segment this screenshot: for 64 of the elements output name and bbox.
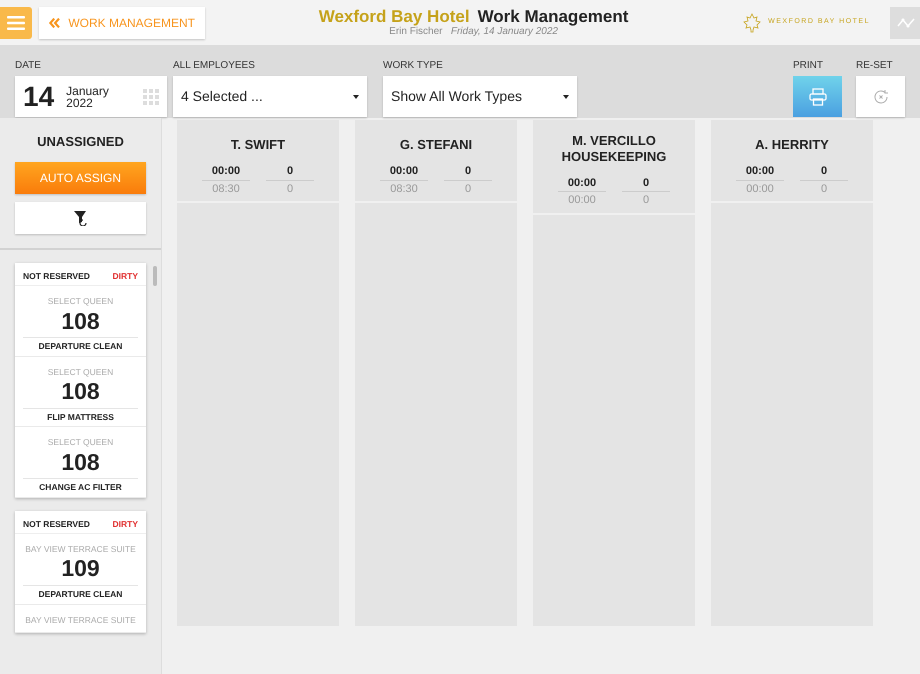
planned-count: 0	[464, 182, 472, 196]
room-type: SELECT QUEEN	[48, 438, 114, 448]
page-title: Work Management	[478, 6, 628, 26]
assigned-time: 00:00	[202, 163, 250, 180]
room-number: 109	[61, 557, 100, 580]
room-status: DIRTY	[112, 518, 138, 530]
menu-icon	[7, 14, 25, 30]
planned-time: 00:00	[745, 182, 775, 196]
room-type: SELECT QUEEN	[48, 368, 114, 378]
assigned-count: 0	[800, 163, 848, 180]
planned-time: 08:30	[211, 182, 241, 196]
planned-time: 00:00	[567, 193, 597, 208]
date-label: DATE	[15, 59, 41, 73]
employee-name: M. VERCILLO HOUSEKEEPING	[560, 133, 668, 164]
reservation-status: NOT RESERVED	[23, 518, 90, 530]
task-name: FLIP MATTRESS	[23, 408, 138, 422]
room-status: DIRTY	[112, 271, 138, 282]
calendar-grid-icon	[143, 88, 159, 104]
reservation-status: NOT RESERVED	[23, 271, 90, 282]
reset-label: RE-SET	[856, 59, 893, 73]
unassigned-title: UNASSIGNED	[37, 133, 124, 151]
employee-name: A. HERRITY	[755, 137, 829, 153]
assigned-time: 00:00	[558, 174, 606, 192]
hotel-name: Wexford Bay Hotel	[318, 6, 470, 26]
employee-name: T. SWIFT	[230, 137, 286, 153]
employees-label: ALL EMPLOYEES	[173, 59, 255, 73]
assigned-time: 00:00	[380, 163, 428, 180]
filter-button[interactable]	[15, 202, 146, 234]
task-name: DEPARTURE CLEAN	[23, 584, 138, 600]
work-type-label: WORK TYPE	[383, 59, 443, 73]
planned-count: 0	[286, 182, 294, 196]
chart-button[interactable]	[890, 6, 920, 38]
task-name: CHANGE AC FILTER	[23, 478, 138, 493]
work-type-dropdown[interactable]: Show All Work Types	[383, 76, 577, 117]
employees-dropdown[interactable]: 4 Selected ...	[173, 76, 367, 117]
print-label: PRINT	[793, 59, 823, 73]
employee-name: G. STEFANI	[400, 137, 472, 153]
room-number: 108	[61, 380, 100, 404]
assigned-count: 0	[444, 163, 492, 180]
planned-count: 0	[820, 182, 828, 196]
assigned-count: 0	[266, 163, 314, 180]
caret-icon	[563, 94, 569, 98]
current-date: Friday, 14 January 2022	[450, 26, 558, 37]
planned-count: 0	[642, 193, 650, 208]
line-chart-icon	[897, 16, 915, 28]
menu-button[interactable]	[0, 6, 32, 38]
room-type: BAY VIEW TERRACE SUITE	[25, 545, 136, 555]
scrollbar-thumb[interactable]	[153, 266, 157, 286]
print-button[interactable]	[793, 76, 842, 117]
room-number: 108	[61, 310, 100, 333]
room-type: SELECT QUEEN	[48, 297, 114, 307]
caret-icon	[353, 94, 359, 98]
room-type: BAY VIEW TERRACE SUITE	[25, 616, 136, 626]
funnel-icon	[72, 210, 88, 226]
reset-button[interactable]	[856, 76, 905, 117]
planned-time: 08:30	[389, 182, 419, 196]
assigned-time: 00:00	[736, 163, 784, 180]
room-number: 108	[61, 450, 100, 474]
double-chevron-left-icon	[49, 16, 60, 28]
reset-icon	[872, 88, 890, 106]
user-name: Erin Fischer	[389, 26, 443, 37]
task-name: DEPARTURE CLEAN	[23, 336, 138, 352]
printer-icon	[808, 88, 826, 106]
assigned-count: 0	[622, 174, 670, 192]
